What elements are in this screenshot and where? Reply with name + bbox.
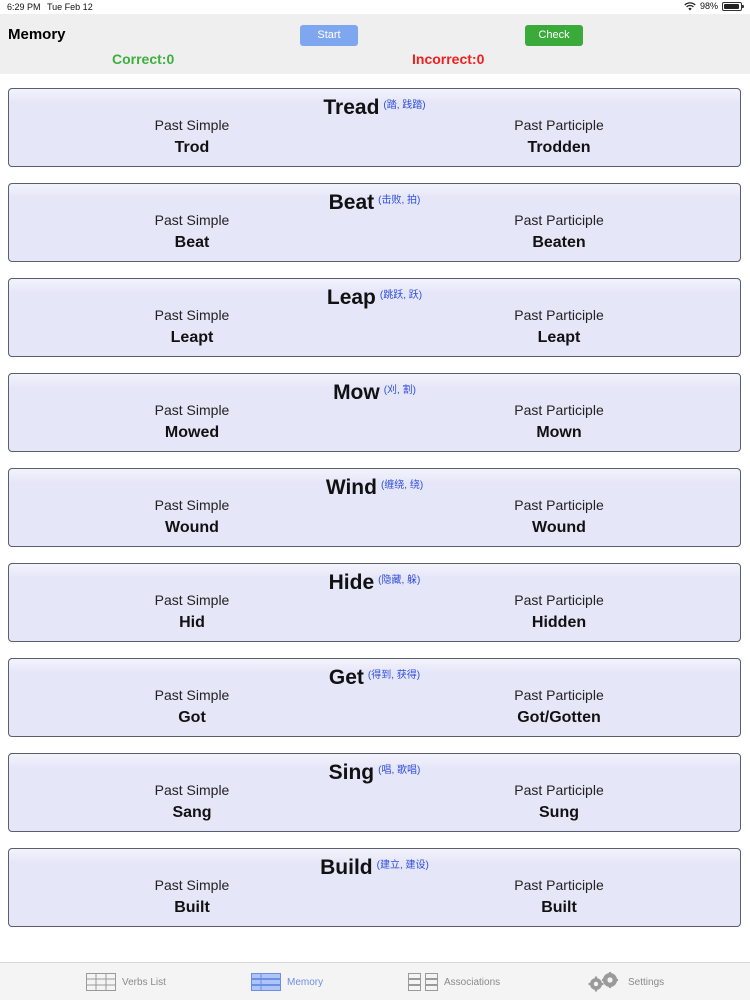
tab-label: Verbs List (122, 976, 166, 988)
memory-icon (251, 973, 281, 991)
tab-label: Associations (444, 976, 501, 988)
past-participle-label: Past Participle (514, 497, 604, 513)
verb-word: Tread (323, 96, 380, 119)
past-participle-value[interactable]: Got/Gotten (459, 709, 659, 727)
verb-translation: (得到, 获得) (367, 670, 421, 681)
verb-word: Leap (326, 286, 376, 309)
verb-word: Beat (328, 191, 375, 214)
past-participle-label: Past Participle (514, 402, 604, 418)
tab-settings[interactable]: Settings (586, 971, 664, 993)
check-button[interactable]: Check (525, 25, 583, 46)
status-date: Tue Feb 12 (47, 2, 93, 12)
past-simple-label: Past Simple (154, 592, 230, 608)
past-participle-value[interactable]: Beaten (459, 234, 659, 252)
past-participle-label: Past Participle (514, 117, 604, 133)
past-simple-value[interactable]: Wound (92, 519, 292, 537)
past-simple-label: Past Simple (154, 117, 230, 133)
verb-translation: (击败, 拍) (378, 195, 421, 206)
status-time: 6:29 PM (7, 2, 41, 12)
verb-translation: (刈, 割) (383, 385, 416, 396)
wifi-icon (684, 1, 696, 11)
battery-icon (722, 1, 744, 11)
verb-card[interactable]: Get (得到, 获得) Past Simple Past Participle … (8, 658, 741, 737)
past-simple-value[interactable]: Hid (92, 614, 292, 632)
verb-word: Wind (325, 476, 377, 499)
past-simple-label: Past Simple (154, 877, 230, 893)
verb-card[interactable]: Beat (击败, 拍) Past Simple Past Participle … (8, 183, 741, 262)
tab-associations[interactable]: Associations (408, 971, 500, 993)
past-participle-value[interactable]: Mown (459, 424, 659, 442)
past-participle-label: Past Participle (514, 212, 604, 228)
verb-translation: (跳跃, 跃) (379, 290, 423, 301)
tab-label: Memory (287, 976, 324, 988)
page-title: Memory (8, 26, 66, 43)
past-participle-value[interactable]: Wound (459, 519, 659, 537)
verb-card[interactable]: Tread (踏, 践踏) Past Simple Past Participle… (8, 88, 741, 167)
verb-card[interactable]: Hide (隐藏, 躲) Past Simple Past Participle … (8, 563, 741, 642)
tab-memory[interactable]: Memory (251, 971, 323, 993)
past-participle-label: Past Participle (514, 592, 604, 608)
past-participle-label: Past Participle (514, 782, 604, 798)
list-icon (86, 973, 116, 991)
verb-card[interactable]: Leap (跳跃, 跃) Past Simple Past Participle … (8, 278, 741, 357)
verb-translation: (缠绕, 绕) (380, 480, 424, 491)
past-simple-label: Past Simple (154, 402, 230, 418)
past-simple-value[interactable]: Trod (92, 139, 292, 157)
associations-icon (408, 973, 438, 991)
past-simple-label: Past Simple (154, 687, 230, 703)
verb-card[interactable]: Build (建立, 建设) Past Simple Past Participl… (8, 848, 741, 927)
verb-card[interactable]: Wind (缠绕, 绕) Past Simple Past Participle … (8, 468, 741, 547)
verb-word: Hide (328, 571, 375, 594)
past-simple-value[interactable]: Mowed (92, 424, 292, 442)
past-participle-value[interactable]: Leapt (459, 329, 659, 347)
verb-translation: (隐藏, 躲) (378, 575, 421, 586)
status-bar: 6:29 PM Tue Feb 12 98% (0, 0, 750, 14)
verb-word: Mow (333, 381, 380, 404)
status-indicators: 98% (684, 1, 744, 11)
tab-verbs-list[interactable]: Verbs List (86, 971, 166, 993)
header: Memory Start Check Correct:0 Incorrect:0 (0, 14, 750, 74)
verb-translation: (唱, 歌唱) (378, 765, 421, 776)
past-participle-value[interactable]: Built (459, 899, 659, 917)
past-simple-label: Past Simple (154, 497, 230, 513)
past-participle-value[interactable]: Sung (459, 804, 659, 822)
past-simple-value[interactable]: Beat (92, 234, 292, 252)
verb-word: Build (320, 856, 373, 879)
past-simple-label: Past Simple (154, 782, 230, 798)
tab-label: Settings (628, 976, 665, 988)
past-participle-value[interactable]: Hidden (459, 614, 659, 632)
verb-card[interactable]: Sing (唱, 歌唱) Past Simple Past Participle … (8, 753, 741, 832)
verb-word: Get (328, 666, 364, 689)
incorrect-count: Incorrect:0 (412, 51, 485, 67)
battery-percent: 98% (699, 1, 718, 11)
past-participle-value[interactable]: Trodden (459, 139, 659, 157)
start-button[interactable]: Start (300, 25, 358, 46)
verb-translation: (建立, 建设) (376, 860, 429, 871)
past-participle-label: Past Participle (514, 687, 604, 703)
verb-card[interactable]: Mow (刈, 割) Past Simple Past Participle Mo… (8, 373, 741, 452)
app-window: 6:29 PM Tue Feb 12 98% Memory Start Chec… (0, 0, 750, 1000)
correct-count: Correct:0 (112, 51, 175, 67)
verb-word: Sing (328, 761, 375, 784)
past-simple-value[interactable]: Built (92, 899, 292, 917)
past-participle-label: Past Participle (514, 877, 604, 893)
tab-bar: Verbs List Memory Associations Settings (0, 962, 750, 1000)
past-simple-label: Past Simple (154, 212, 230, 228)
gear-icon (586, 972, 622, 992)
past-simple-label: Past Simple (154, 307, 230, 323)
past-simple-value[interactable]: Got (92, 709, 292, 727)
past-simple-value[interactable]: Leapt (92, 329, 292, 347)
verb-translation: (踏, 践踏) (383, 100, 426, 111)
past-simple-value[interactable]: Sang (92, 804, 292, 822)
past-participle-label: Past Participle (514, 307, 604, 323)
